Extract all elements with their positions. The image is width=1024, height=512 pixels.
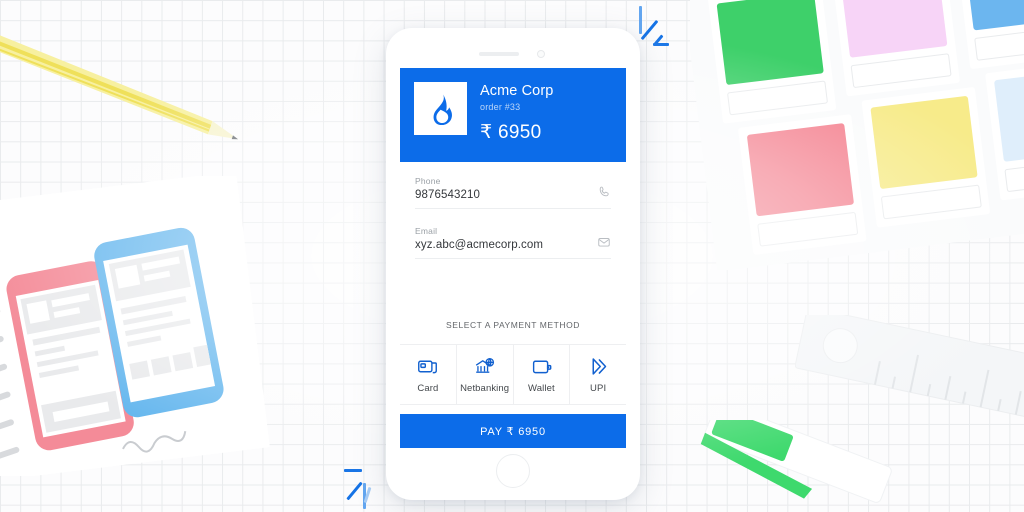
select-payment-method-label: SELECT A PAYMENT METHOD [446,320,580,330]
bank-globe-icon [474,356,495,377]
merchant-logo [414,82,467,135]
merchant-name: Acme Corp [480,83,554,99]
email-field-label: Email [415,226,438,236]
payment-method-wallet-label: Wallet [528,382,555,394]
phone-screen: Acme Corp order #33 ₹ 6950 Phone 9876543… [400,68,626,458]
order-amount: ₹ 6950 [480,121,542,143]
payment-method-upi[interactable]: UPI [570,345,626,404]
flame-icon [433,94,452,125]
speaker-slot [479,52,519,56]
wallet-icon [531,356,552,377]
select-payment-method-section: SELECT A PAYMENT METHOD [400,320,626,330]
pencil-illustration [0,10,277,168]
phone-field[interactable]: Phone 9876543210 [415,176,611,209]
contact-fields: Phone 9876543210 Email xyz.abc@acmecorp.… [400,162,626,259]
payment-method-upi-label: UPI [590,382,607,394]
phone-input[interactable]: 9876543210 [415,189,611,201]
color-swatch-cards [683,0,1024,272]
sparkle-accent [344,469,362,472]
sparkle-accent [640,19,659,41]
sparkle-accent [653,43,669,46]
home-button[interactable] [496,454,530,488]
payment-methods-row: Card Netbanking Wallet UPI [400,344,626,405]
phone-field-label: Phone [415,176,441,186]
payment-method-netbanking[interactable]: Netbanking [457,345,514,404]
scene-background: Acme Corp order #33 ₹ 6950 Phone 9876543… [0,0,1024,512]
credit-card-icon [417,356,438,377]
email-field[interactable]: Email xyz.abc@acmecorp.com [415,226,611,259]
highlighter-marker-illustration [700,401,960,512]
phone-icon [597,185,611,199]
pay-button[interactable]: PAY ₹ 6950 [400,414,626,448]
envelope-icon [597,235,611,249]
checkout-header: Acme Corp order #33 ₹ 6950 [400,68,626,162]
payment-method-card-label: Card [417,382,439,394]
order-id: order #33 [480,101,521,112]
front-camera [537,50,545,58]
payment-method-netbanking-label: Netbanking [460,382,510,394]
sparkle-accent [639,6,642,34]
notebook-illustration [0,171,288,481]
phone-mockup: Acme Corp order #33 ₹ 6950 Phone 9876543… [386,28,640,500]
double-chevron-icon [588,356,609,377]
payment-method-card[interactable]: Card [400,345,457,404]
sparkle-accent [346,481,363,501]
email-input[interactable]: xyz.abc@acmecorp.com [415,239,611,251]
payment-method-wallet[interactable]: Wallet [514,345,571,404]
